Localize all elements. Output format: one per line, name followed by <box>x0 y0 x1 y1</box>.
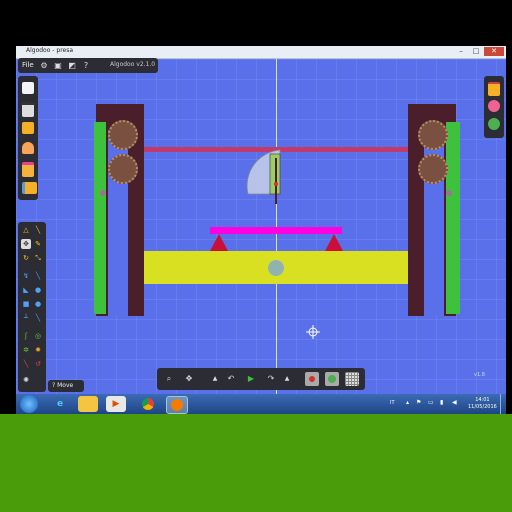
help-icon[interactable]: ? <box>80 60 92 71</box>
open-folder-icon[interactable] <box>22 122 34 134</box>
left-sidebar <box>18 76 38 200</box>
air-icon[interactable] <box>325 372 339 386</box>
laser-tool-icon[interactable]: ↺ <box>33 359 43 369</box>
gravity-icon[interactable] <box>305 372 319 386</box>
right-lower-gear[interactable] <box>418 154 448 184</box>
palette-icon[interactable] <box>488 100 500 112</box>
thruster-tool-icon[interactable]: ╲ <box>21 359 31 369</box>
cake-icon[interactable] <box>22 142 34 154</box>
sketch-tool-icon[interactable]: △ <box>21 225 31 235</box>
watermark: v1.8 <box>474 372 485 378</box>
globe-icon[interactable] <box>488 118 500 130</box>
algodoo-window: Algodoo - presa – □ ✕ v1.8 File ⚙ ▣ ◩ ? … <box>16 46 506 394</box>
left-lower-gear[interactable] <box>108 154 138 184</box>
bottom-toolbar: ⌕ ✥ ▲ ↶ ▶ ↷ ▲ <box>157 368 365 390</box>
right-gear-rack[interactable] <box>446 122 460 314</box>
beam-center-marker <box>268 260 284 276</box>
taskbar: e ▶ IT ▴ ⚑ ▭ ▮ ◀ 14:01 11/05/2016 <box>16 394 506 414</box>
move-tooltip: ? Move <box>48 380 84 392</box>
algodoo-taskbar-icon[interactable] <box>166 396 188 414</box>
maximize-button[interactable]: □ <box>469 47 483 56</box>
save-scene-icon[interactable] <box>22 182 37 194</box>
show-desktop-button[interactable] <box>500 394 507 414</box>
desktop-wallpaper <box>0 414 512 512</box>
line-tool-icon[interactable]: ╲ <box>33 271 43 281</box>
zoom-icon[interactable]: ⌕ <box>163 373 175 384</box>
right-support[interactable] <box>325 234 343 251</box>
print-icon[interactable] <box>22 102 34 117</box>
scale-tool-icon[interactable]: ⤡ <box>33 253 43 263</box>
settings-icon[interactable]: ⚙ <box>38 60 50 71</box>
save-icon[interactable]: ▣ <box>52 60 64 71</box>
tooltip-label: Move <box>57 382 74 389</box>
chain-tool-icon[interactable]: ┴ <box>21 313 31 323</box>
top-menu-bar: File ⚙ ▣ ◩ ? Algodoo v2.1.0 <box>18 58 158 73</box>
pan-icon[interactable]: ✥ <box>183 373 195 384</box>
move-tool-icon[interactable]: ✥ <box>21 239 31 249</box>
rope-tool-icon[interactable]: ↯ <box>21 271 31 281</box>
clock[interactable]: 14:01 11/05/2016 <box>468 397 497 411</box>
spring-tool-icon[interactable]: ʃ <box>21 331 31 341</box>
tracer-tool-icon[interactable]: ✹ <box>33 345 43 355</box>
undo-history-icon[interactable]: ▲ <box>209 373 221 384</box>
right-upper-gear[interactable] <box>418 120 448 150</box>
brush-tool-icon[interactable]: ╲ <box>33 313 43 323</box>
drag-tool-icon[interactable]: ✎ <box>33 239 43 249</box>
tools-panel: △ ╲ ✥ ✎ ↻ ⤡ ↯ ╲ ◣ ● ■ ● ┴ ╲ ʃ ◎ ✲ ✹ ╲ ↺ … <box>18 222 46 392</box>
rotate-tool-icon[interactable]: ↻ <box>21 253 31 263</box>
gear-tool-icon[interactable]: ✺ <box>21 375 31 385</box>
cursor-crosshair-icon <box>306 325 320 339</box>
close-button[interactable]: ✕ <box>484 47 504 56</box>
media-player-icon[interactable]: ▶ <box>106 396 126 412</box>
plane-tool-icon[interactable]: ● <box>33 299 43 309</box>
undo-icon[interactable]: ↶ <box>225 373 237 384</box>
new-scene-icon[interactable] <box>22 82 34 94</box>
fixate-tool-icon[interactable]: ✲ <box>21 345 31 355</box>
left-gear-rack[interactable] <box>94 122 106 314</box>
chrome-icon[interactable] <box>138 396 158 412</box>
start-button[interactable] <box>20 395 38 413</box>
volume-icon[interactable]: ◀ <box>452 399 457 406</box>
press-plate[interactable] <box>210 227 342 234</box>
protractor-icon[interactable] <box>240 148 288 206</box>
right-panel <box>484 76 504 138</box>
ie-icon[interactable]: e <box>50 396 70 412</box>
network-icon[interactable]: ▭ <box>428 399 434 406</box>
redo-icon[interactable]: ↷ <box>265 373 277 384</box>
explorer-icon[interactable] <box>78 396 98 412</box>
language-indicator[interactable]: IT <box>390 400 395 406</box>
signal-icon[interactable]: ▮ <box>440 399 443 406</box>
redo-history-icon[interactable]: ▲ <box>281 373 293 384</box>
right-bolt <box>446 190 452 196</box>
layers-icon[interactable] <box>488 82 500 96</box>
screenshot-icon[interactable]: ◩ <box>66 60 78 71</box>
polygon-tool-icon[interactable]: ◣ <box>21 285 31 295</box>
clock-time: 14:01 <box>475 397 490 403</box>
cut-tool-icon[interactable]: ╲ <box>33 225 43 235</box>
tooltip-help-icon: ? <box>52 382 56 389</box>
left-upper-gear[interactable] <box>108 120 138 150</box>
left-bolt <box>100 190 106 196</box>
circle-tool-icon[interactable]: ● <box>33 285 43 295</box>
version-label: Algodoo v2.1.0 <box>110 61 156 68</box>
clock-date: 11/05/2016 <box>468 404 497 410</box>
window-title: Algodoo - presa <box>26 47 74 54</box>
play-icon[interactable]: ▶ <box>245 373 257 384</box>
flag-icon[interactable]: ⚑ <box>416 399 421 406</box>
hinge-tool-icon[interactable]: ◎ <box>33 331 43 341</box>
minimize-button[interactable]: – <box>454 47 468 56</box>
file-menu[interactable]: File <box>22 61 34 69</box>
box-tool-icon[interactable]: ■ <box>21 299 31 309</box>
grid-icon[interactable] <box>345 372 359 386</box>
scenes-icon[interactable] <box>22 162 34 177</box>
left-support[interactable] <box>210 234 228 251</box>
tray-arrow-icon[interactable]: ▴ <box>406 399 409 406</box>
